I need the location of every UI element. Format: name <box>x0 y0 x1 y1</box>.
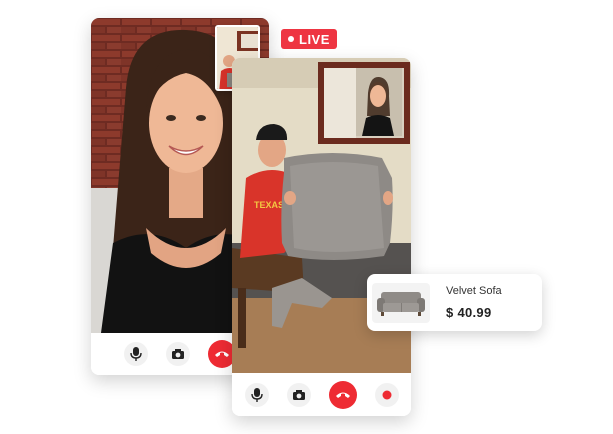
live-label: LIVE <box>299 31 330 47</box>
live-dot-icon <box>288 36 294 42</box>
record-button[interactable] <box>374 383 399 407</box>
camera-icon <box>172 349 184 359</box>
microphone-icon <box>250 388 263 402</box>
record-icon <box>382 390 391 400</box>
host-call-controls <box>232 374 411 416</box>
microphone-icon <box>130 347 142 361</box>
product-name: Velvet Sofa <box>446 285 502 297</box>
end-call-icon <box>215 351 229 357</box>
mute-button[interactable] <box>124 342 148 366</box>
sofa-icon <box>377 291 425 316</box>
host-video-card: TEXAS <box>232 58 411 416</box>
product-thumbnail <box>372 282 430 323</box>
svg-text:TEXAS: TEXAS <box>254 200 284 210</box>
mute-button[interactable] <box>244 383 269 407</box>
end-call-icon <box>335 392 350 398</box>
camera-button[interactable] <box>166 342 190 366</box>
product-card[interactable]: Velvet Sofa $ 40.99 <box>367 274 542 331</box>
end-call-button[interactable] <box>328 381 357 409</box>
camera-button[interactable] <box>286 383 311 407</box>
live-badge: LIVE <box>281 29 337 49</box>
product-price: $ 40.99 <box>446 305 492 320</box>
camera-icon <box>292 390 305 400</box>
